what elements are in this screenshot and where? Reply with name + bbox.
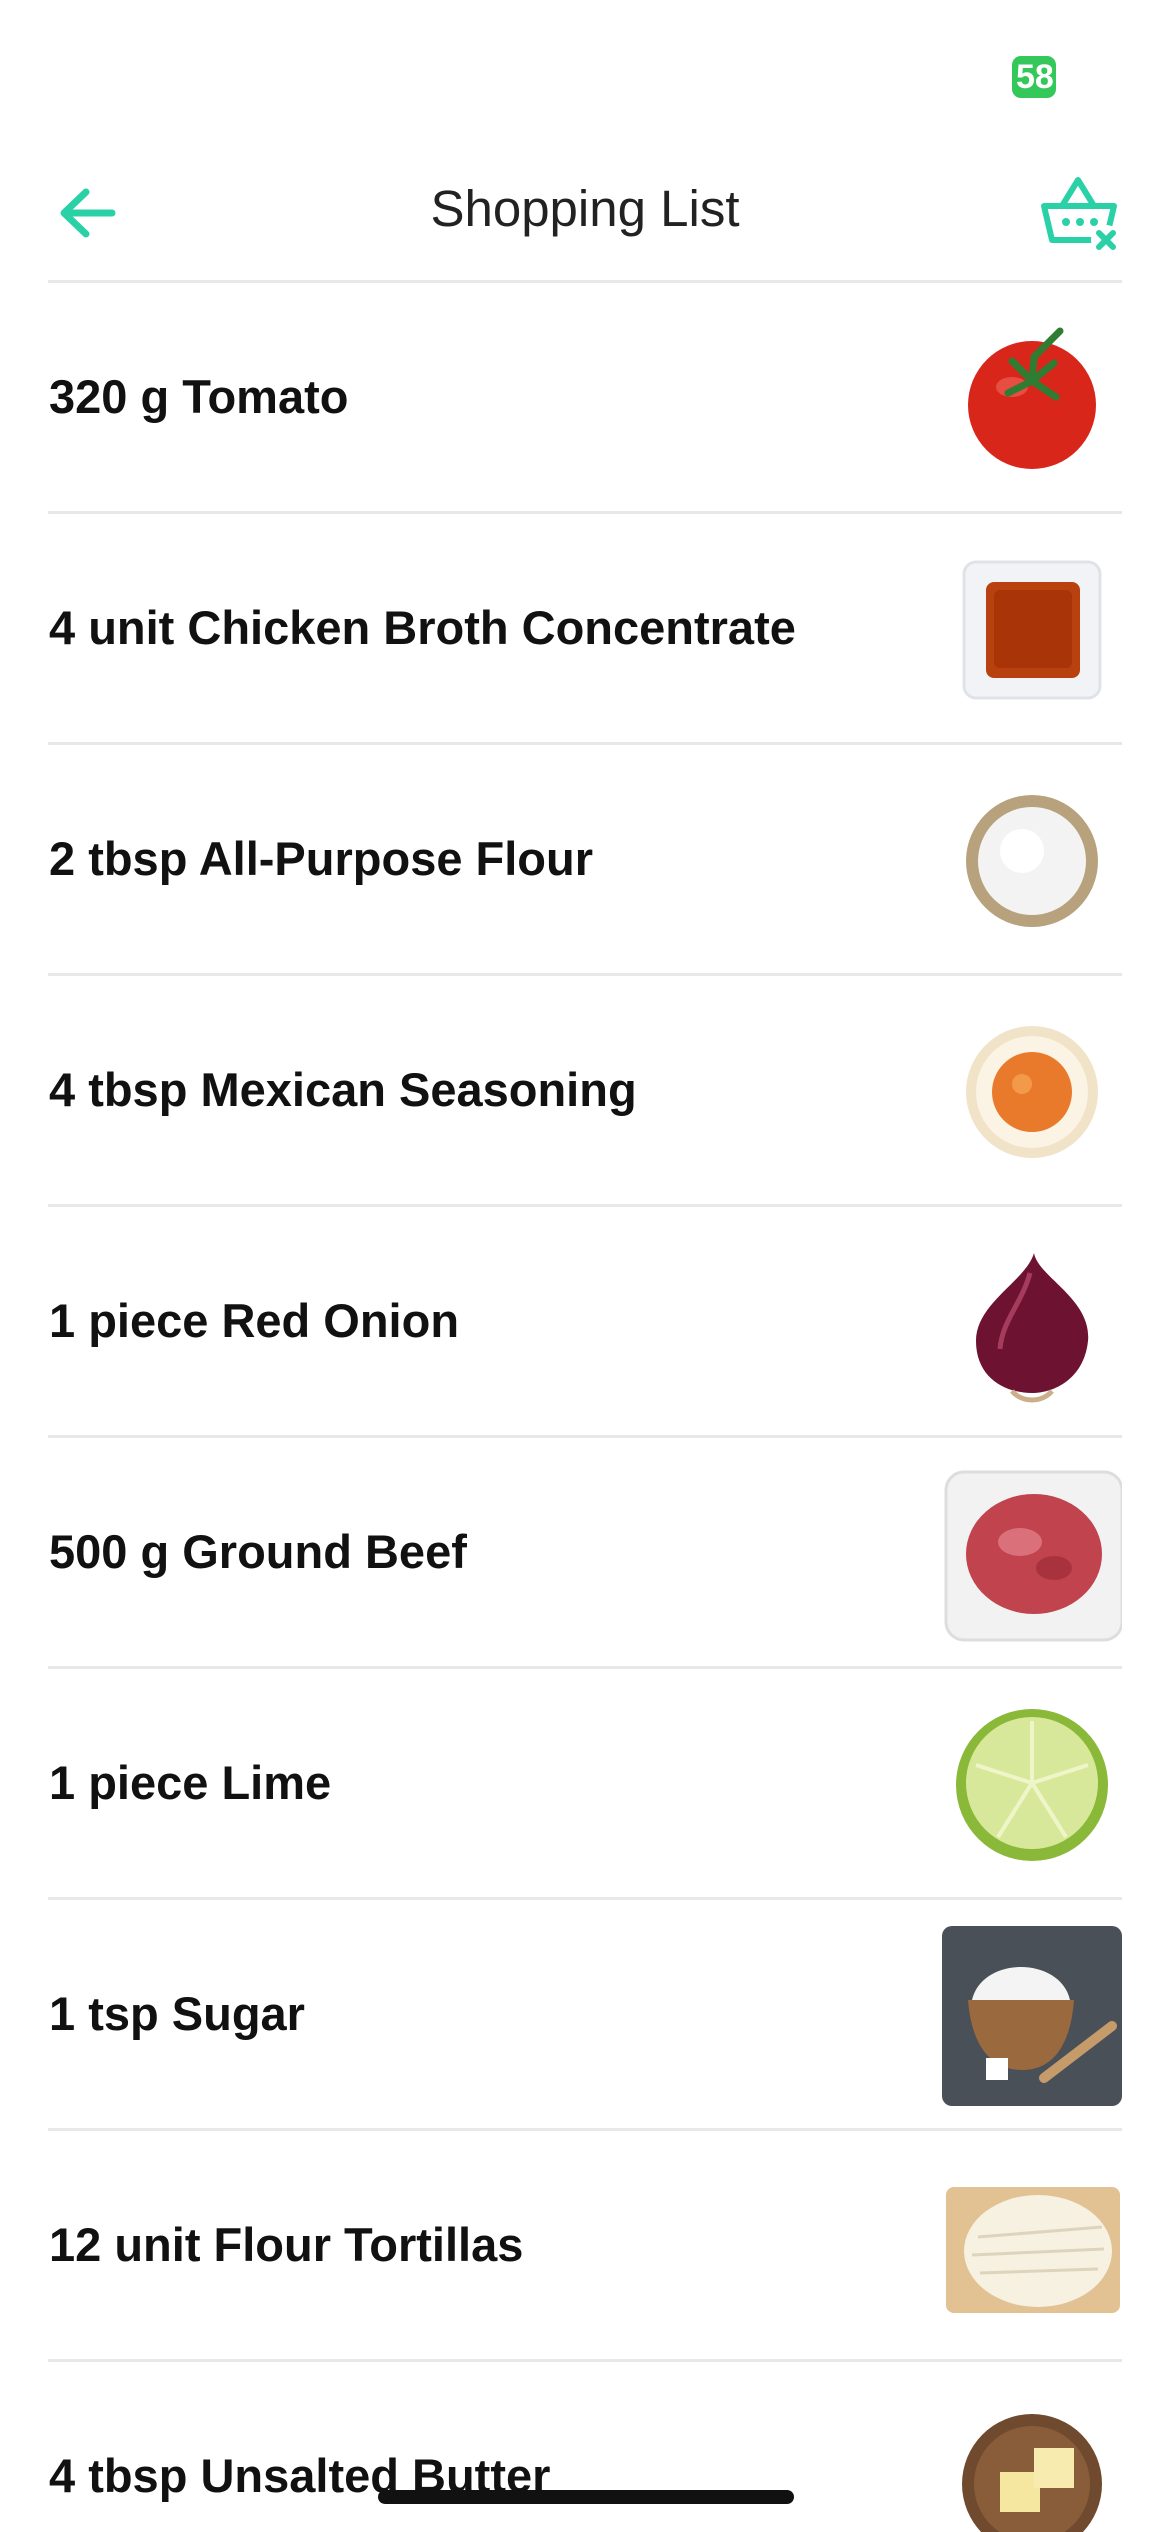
lime-image: [956, 1709, 1108, 1861]
item-label: 4 unit Chicken Broth Concentrate: [49, 601, 796, 654]
butter-image: [962, 2414, 1102, 2532]
tortillas-image: [946, 2187, 1120, 2313]
item-label: 2 tbsp All-Purpose Flour: [49, 832, 594, 885]
item-label: 1 tsp Sugar: [49, 1987, 305, 2040]
item-label: 12 unit Flour Tortillas: [49, 2218, 524, 2271]
ground-beef-image: [944, 1470, 1122, 1642]
list-item[interactable]: 1 piece Lime: [0, 1669, 1170, 1900]
list-item[interactable]: 12 unit Flour Tortillas: [0, 2131, 1170, 2362]
item-label: 320 g Tomato: [49, 370, 349, 423]
list-item[interactable]: 4 unit Chicken Broth Concentrate: [0, 514, 1170, 745]
list-item[interactable]: 4 tbsp Unsalted Butter: [0, 2362, 1170, 2532]
list-item[interactable]: 4 tbsp Mexican Seasoning: [0, 976, 1170, 1207]
item-label: 1 piece Lime: [49, 1756, 332, 1809]
page-title: Shopping List: [430, 180, 740, 237]
shopping-list: 320 g Tomato 4 unit Chicken Broth Concen…: [0, 283, 1170, 2532]
basket-clear-icon: [1041, 177, 1121, 255]
list-item[interactable]: 1 piece Red Onion: [0, 1207, 1170, 1438]
item-label: 500 g Ground Beef: [49, 1525, 467, 1578]
status-bar: 58: [0, 0, 1170, 150]
list-item[interactable]: 2 tbsp All-Purpose Flour: [0, 745, 1170, 976]
item-label: 4 tbsp Unsalted Butter: [49, 2449, 551, 2502]
item-label: 1 piece Red Onion: [49, 1294, 460, 1347]
flour-image: [966, 795, 1098, 927]
chicken-broth-image: [962, 560, 1102, 700]
item-label: 4 tbsp Mexican Seasoning: [49, 1063, 637, 1116]
list-item[interactable]: 500 g Ground Beef: [0, 1438, 1170, 1669]
battery-indicator: 58: [1012, 56, 1056, 98]
nav-bar: Shopping List: [0, 150, 1170, 283]
mexican-seasoning-image: [966, 1026, 1098, 1158]
home-indicator[interactable]: [378, 2490, 794, 2504]
list-item[interactable]: 1 tsp Sugar: [0, 1900, 1170, 2131]
tomato-image: [968, 327, 1096, 469]
clear-basket-button[interactable]: [1036, 168, 1126, 258]
list-item[interactable]: 320 g Tomato: [0, 283, 1170, 514]
sugar-image: [942, 1926, 1122, 2106]
red-onion-image: [976, 1253, 1089, 1403]
